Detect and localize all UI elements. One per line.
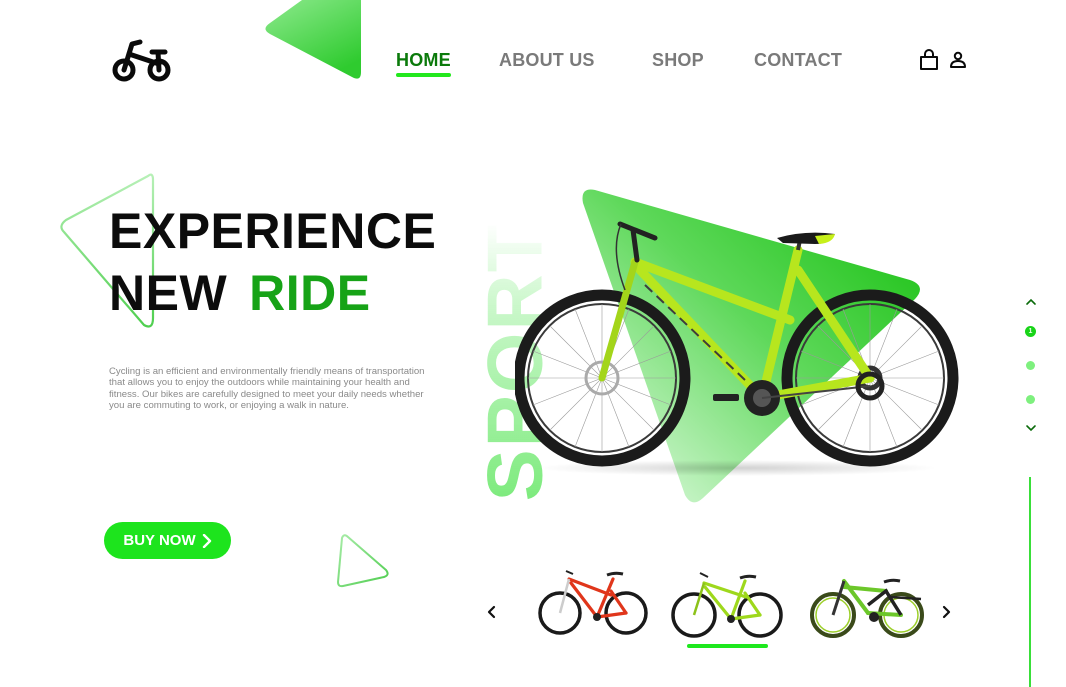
pager-dot-active[interactable]: 1 [1025,326,1036,337]
play-triangle-decoration [337,534,389,588]
chevron-down-icon[interactable] [1024,422,1038,434]
bike-thumbnail-lime[interactable] [668,565,788,641]
buy-now-label: BUY NOW [123,532,196,549]
pager-dot[interactable] [1026,395,1035,404]
pager-dot[interactable] [1026,361,1035,370]
shopping-bag-icon[interactable] [919,49,939,71]
headline-line-2: NEW RIDE [109,262,436,324]
nav-shop[interactable]: SHOP [652,50,704,71]
bike-thumbnail-red[interactable] [533,565,653,641]
chevron-right-icon[interactable] [938,603,954,621]
top-triangle-decoration [265,0,361,79]
headline-line-1: EXPERIENCE [109,203,437,259]
bike-thumbnail-green[interactable] [806,565,926,641]
buy-now-button[interactable]: BUY NOW [104,522,231,559]
nav-contact[interactable]: CONTACT [754,50,842,71]
chevron-left-icon[interactable] [484,603,500,621]
hero-headline: EXPERIENCE NEW RIDE [109,200,436,324]
headline-word-ride: RIDE [249,265,371,321]
bicycle-logo-icon[interactable] [112,36,174,84]
nav-home[interactable]: HOME [396,50,451,77]
nav-about-us[interactable]: ABOUT US [499,50,595,71]
vertical-divider-line [1029,477,1031,687]
user-icon[interactable] [949,51,967,69]
active-thumbnail-indicator [687,644,768,648]
headline-word-new: NEW [109,265,228,321]
hero-description: Cycling is an efficient and environmenta… [109,366,425,412]
featured-bike-image [515,221,959,476]
chevron-up-icon[interactable] [1024,296,1038,308]
chevron-right-icon [202,533,211,548]
